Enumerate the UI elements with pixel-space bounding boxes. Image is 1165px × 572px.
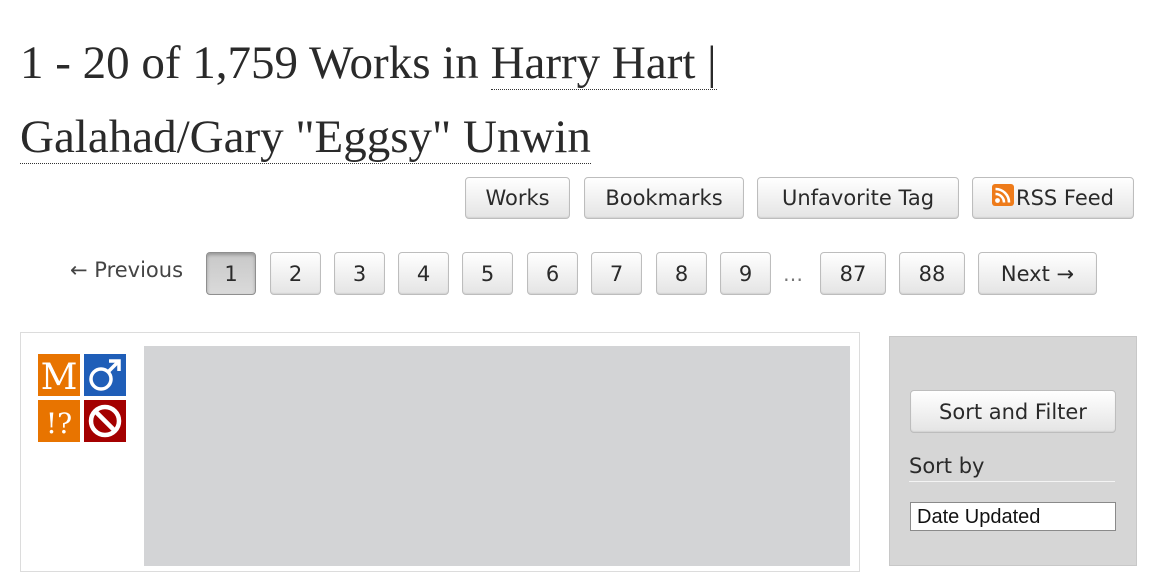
warnings-choose-not-icon[interactable]: !? xyxy=(38,400,80,442)
tag-name-line2: Galahad/Gary "Eggsy" Unwin xyxy=(20,111,591,163)
rss-feed-label: RSS Feed xyxy=(1015,186,1115,210)
heading-count: 1 - 20 of 1,759 Works in xyxy=(20,37,491,89)
page-87-link[interactable]: 87 xyxy=(820,252,886,295)
page-heading: 1 - 20 of 1,759 Works in Harry Hart | Gal… xyxy=(20,26,1140,174)
next-page-button[interactable]: Next → xyxy=(978,252,1097,295)
rss-icon xyxy=(991,184,1014,206)
page-1-current: 1 xyxy=(206,252,256,295)
works-button[interactable]: Works xyxy=(465,177,570,219)
page-9-link[interactable]: 9 xyxy=(720,252,771,295)
page-2-link[interactable]: 2 xyxy=(270,252,321,295)
unfavorite-tag-button[interactable]: Unfavorite Tag xyxy=(757,177,959,219)
filter-sidebar xyxy=(889,336,1137,566)
tag-name-line1: Harry Hart | xyxy=(490,37,717,89)
work-summary-placeholder xyxy=(144,346,850,566)
rss-feed-button[interactable]: RSS Feed xyxy=(972,177,1134,219)
pagination-gap: … xyxy=(783,262,803,286)
sort-by-label: Sort by xyxy=(909,454,1115,482)
page-7-link[interactable]: 7 xyxy=(591,252,642,295)
sort-and-filter-button[interactable]: Sort and Filter xyxy=(910,390,1116,433)
category-mm-icon[interactable] xyxy=(84,354,126,396)
page-88-link[interactable]: 88 xyxy=(899,252,965,295)
page-3-link[interactable]: 3 xyxy=(334,252,385,295)
page-4-link[interactable]: 4 xyxy=(398,252,449,295)
page-8-link[interactable]: 8 xyxy=(656,252,707,295)
previous-page: ← Previous xyxy=(70,258,184,282)
page-6-link[interactable]: 6 xyxy=(527,252,578,295)
sort-by-select[interactable]: Date Updated xyxy=(910,502,1116,531)
bookmarks-button[interactable]: Bookmarks xyxy=(584,177,744,219)
svg-text:M: M xyxy=(41,357,78,396)
rating-mature-icon[interactable]: M xyxy=(38,354,80,398)
page-5-link[interactable]: 5 xyxy=(462,252,513,295)
complete-status-icon[interactable] xyxy=(84,400,126,442)
svg-text:!?: !? xyxy=(46,407,72,440)
